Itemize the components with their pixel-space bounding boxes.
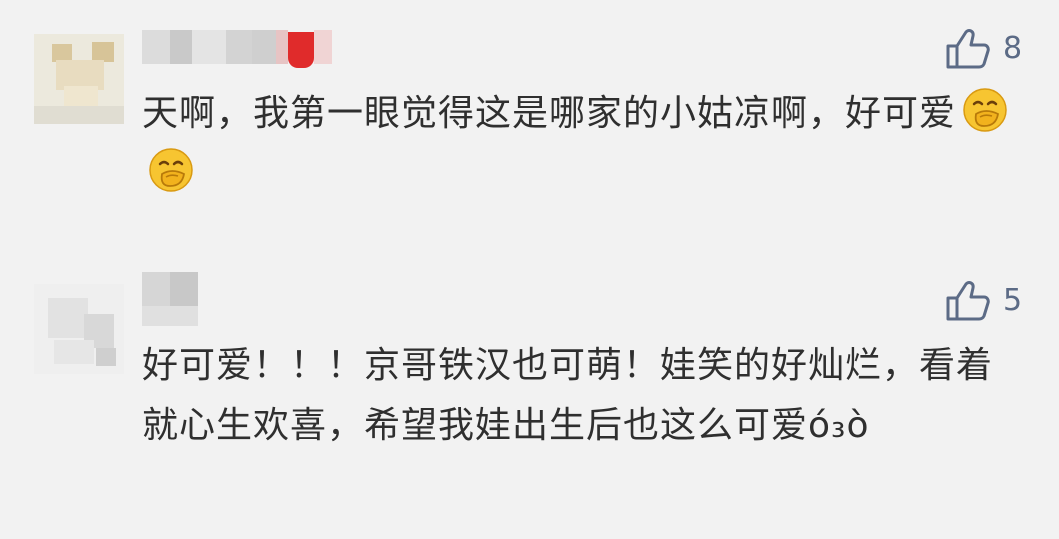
face-with-hand-over-mouth-emoji: [148, 147, 194, 193]
comment-text: 天啊，我第一眼觉得这是哪家的小姑凉啊，好可爱: [142, 93, 957, 134]
username-redacted[interactable]: [142, 272, 198, 326]
like-count: 8: [1003, 31, 1023, 66]
thumbs-up-icon: [945, 28, 991, 70]
thumbs-up-icon: [945, 280, 991, 322]
face-with-hand-over-mouth-emoji: [962, 87, 1008, 133]
comment-text: 好可爱！！！京哥铁汉也可萌！娃笑的好灿烂，看着就心生欢喜，希望我娃出生后也这么可…: [142, 345, 994, 446]
like-button[interactable]: 5: [945, 280, 1022, 322]
comment-text-block: 天啊，我第一眼觉得这是哪家的小姑凉啊，好可爱: [142, 84, 1022, 204]
avatar[interactable]: [34, 284, 124, 374]
comment-text-block: 好可爱！！！京哥铁汉也可萌！娃笑的好灿烂，看着就心生欢喜，希望我娃出生后也这么可…: [142, 336, 1022, 456]
avatar[interactable]: [34, 34, 124, 124]
like-count: 5: [1003, 283, 1023, 318]
username-redacted[interactable]: [142, 30, 332, 68]
like-button[interactable]: 8: [945, 28, 1022, 70]
